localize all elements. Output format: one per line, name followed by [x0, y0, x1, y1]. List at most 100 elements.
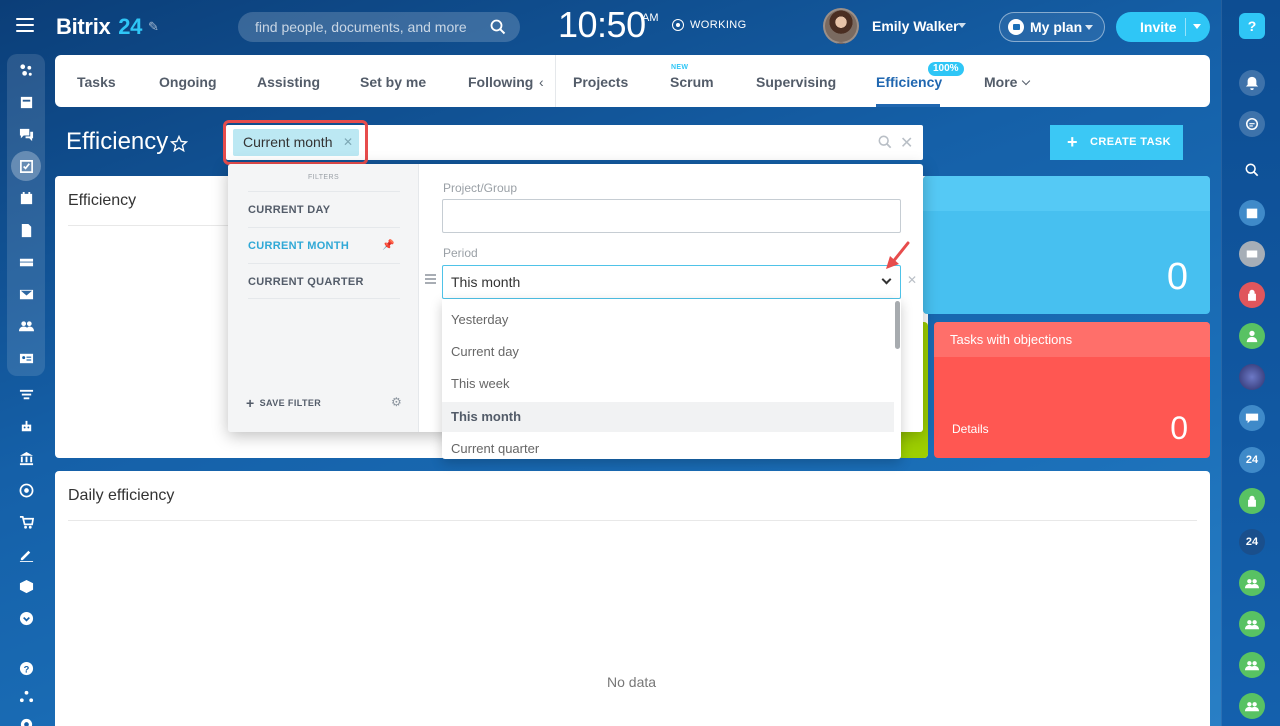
invite-label: Invite — [1140, 19, 1177, 35]
work-status-label: WORKING — [690, 19, 747, 31]
tab-bar: Tasks Ongoing Assisting Set by me Follow… — [55, 55, 1210, 107]
project-group-input[interactable] — [442, 199, 901, 233]
option-this-week[interactable]: This week — [442, 369, 894, 399]
option-current-quarter[interactable]: Current quarter — [442, 434, 894, 459]
contact-card-icon[interactable] — [18, 350, 34, 366]
option-current-day[interactable]: Current day — [442, 337, 894, 367]
pin-icon[interactable]: 📌 — [382, 228, 395, 264]
drive-icon[interactable] — [18, 254, 34, 270]
user-icon[interactable] — [1239, 323, 1265, 349]
option-yesterday[interactable]: Yesterday — [442, 305, 894, 335]
star-icon[interactable] — [170, 135, 188, 153]
period-value: This month — [451, 274, 521, 290]
tab-set-by-me[interactable]: Set by me — [360, 74, 426, 90]
divider — [555, 55, 556, 107]
bell-icon[interactable] — [1239, 70, 1265, 96]
blue-card: 0 — [923, 176, 1210, 314]
help-icon[interactable]: ? — [18, 660, 34, 676]
chevron-down-icon[interactable] — [1193, 24, 1201, 29]
close-icon[interactable]: ✕ — [900, 133, 913, 153]
my-plan-button[interactable]: My plan — [999, 12, 1105, 42]
sitemap-icon[interactable] — [18, 688, 34, 704]
details-link[interactable]: Details — [952, 422, 989, 436]
feed-icon[interactable] — [18, 62, 34, 78]
bitrix24-icon[interactable]: 24 — [1239, 529, 1265, 555]
bitrix24-icon[interactable]: 24 — [1239, 447, 1265, 473]
group-icon[interactable] — [1239, 611, 1265, 637]
panel-title: Efficiency — [68, 192, 137, 209]
new-label: NEW — [671, 64, 689, 71]
option-this-month[interactable]: This month — [442, 402, 894, 432]
logo[interactable]: Bitrix 24 — [56, 14, 142, 40]
invite-button[interactable]: Invite — [1116, 12, 1210, 42]
avatar[interactable] — [1239, 364, 1265, 390]
daily-efficiency-panel: Daily efficiency No data — [55, 471, 1210, 726]
tab-efficiency[interactable]: Efficiency — [876, 74, 942, 90]
close-icon[interactable]: ✕ — [907, 273, 917, 287]
period-label: Period — [443, 246, 478, 260]
chevron-down-icon[interactable] — [881, 274, 892, 285]
clock[interactable]: 10:50 — [558, 4, 646, 46]
filter-presets-panel: FILTERS CURRENT DAY CURRENT MONTH 📌 CURRE… — [228, 164, 419, 432]
preset-current-quarter[interactable]: CURRENT QUARTER — [248, 263, 400, 299]
filter-icon[interactable] — [18, 386, 34, 402]
search-icon[interactable] — [490, 19, 506, 35]
message-icon[interactable] — [1239, 111, 1265, 137]
card-value: 0 — [1166, 256, 1188, 298]
search-input[interactable] — [238, 12, 520, 42]
tab-ongoing[interactable]: Ongoing — [159, 74, 217, 90]
lock-icon[interactable] — [1239, 488, 1265, 514]
tab-scrum[interactable]: Scrum — [670, 74, 714, 90]
search-icon[interactable] — [878, 135, 892, 149]
avatar[interactable] — [823, 8, 859, 44]
search-icon[interactable] — [1239, 157, 1265, 183]
help-button[interactable]: ? — [1239, 13, 1265, 39]
calendar-icon[interactable] — [18, 190, 34, 206]
tab-following[interactable]: Following — [468, 74, 533, 90]
cart-icon[interactable] — [18, 514, 34, 530]
tab-tasks[interactable]: Tasks — [77, 74, 116, 90]
group-icon[interactable] — [1239, 570, 1265, 596]
tab-projects[interactable]: Projects — [573, 74, 628, 90]
period-select[interactable]: This month — [442, 265, 901, 299]
menu-icon[interactable] — [16, 18, 34, 32]
save-filter-button[interactable]: + SAVE FILTER — [246, 395, 321, 411]
chat-group-icon[interactable] — [1239, 405, 1265, 431]
group-icon[interactable] — [1239, 693, 1265, 719]
create-task-button[interactable]: + CREATE TASK — [1050, 125, 1183, 160]
chat-icon[interactable] — [18, 126, 34, 142]
robot-icon[interactable] — [18, 418, 34, 434]
work-status[interactable]: WORKING — [672, 19, 747, 31]
calendar-icon[interactable] — [1239, 200, 1265, 226]
target-icon[interactable] — [18, 482, 34, 498]
tasks-icon[interactable] — [18, 158, 34, 174]
drag-handle-icon[interactable] — [425, 274, 436, 286]
gear-icon[interactable] — [18, 716, 34, 726]
chevron-down-icon[interactable] — [958, 23, 966, 28]
document-icon[interactable] — [18, 222, 34, 238]
lock-icon[interactable] — [1239, 282, 1265, 308]
tab-more[interactable]: More — [984, 74, 1017, 90]
scrollbar[interactable] — [895, 301, 900, 349]
preset-current-day[interactable]: CURRENT DAY — [248, 191, 400, 227]
preset-label: CURRENT MONTH — [248, 240, 350, 252]
bank-icon[interactable] — [18, 450, 34, 466]
contact-card-icon[interactable] — [1239, 241, 1265, 267]
chevron-left-icon[interactable]: ‹ — [539, 74, 544, 90]
group-icon[interactable] — [18, 318, 34, 334]
chevron-down-circle-icon[interactable] — [18, 610, 34, 626]
chevron-down-icon[interactable] — [1021, 76, 1031, 86]
box-icon[interactable] — [18, 578, 34, 594]
gear-icon[interactable]: ⚙ — [391, 395, 402, 409]
signature-icon[interactable] — [18, 546, 34, 562]
preset-current-month[interactable]: CURRENT MONTH 📌 — [248, 227, 400, 263]
page-title: Efficiency — [66, 128, 169, 155]
group-icon[interactable] — [1239, 652, 1265, 678]
user-name[interactable]: Emily Walker — [872, 18, 959, 34]
card-title: Tasks with objections — [950, 332, 1073, 347]
tab-assisting[interactable]: Assisting — [257, 74, 320, 90]
pencil-icon[interactable]: ✎ — [148, 19, 159, 35]
tab-supervising[interactable]: Supervising — [756, 74, 836, 90]
mail-icon[interactable] — [18, 286, 34, 302]
news-icon[interactable] — [18, 94, 34, 110]
